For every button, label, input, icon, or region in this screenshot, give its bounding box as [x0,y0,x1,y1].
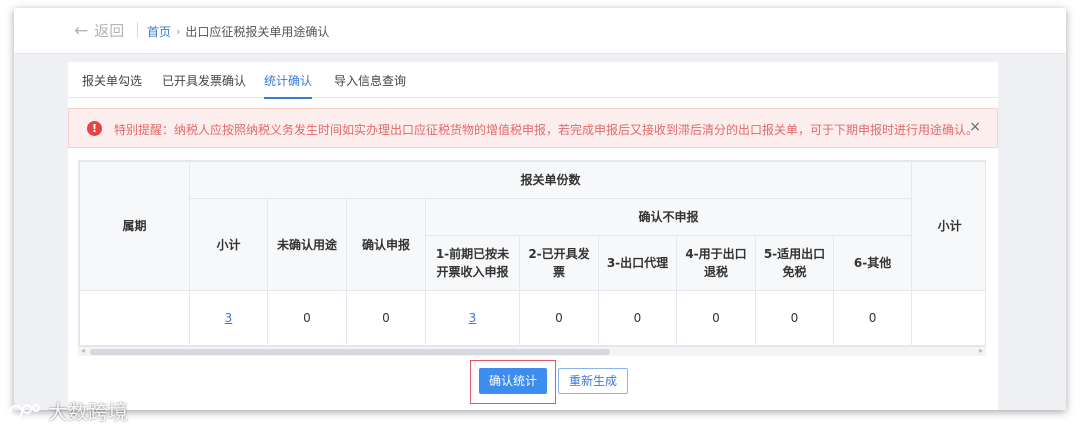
header-sub-4: 4-用于出口退税 [676,235,756,291]
breadcrumb-current: 出口应征税报关单用途确认 [185,25,330,39]
divider [137,22,138,38]
table-row: 3 0 0 3 0 0 0 0 0 [79,290,985,346]
chevron-right-icon: › [176,25,181,38]
cell-sub-5: 0 [755,290,834,346]
back-label: 返回 [94,22,125,40]
regenerate-button[interactable]: 重新生成 [558,368,628,394]
exclamation-icon: ! [87,121,102,136]
statistics-table: 属期 报关单份数 小计 小计 未确认用途 确认申报 确认不申报 1-前期已按未开… [78,160,986,356]
cell-sub-4: 0 [676,290,756,346]
back-button[interactable]: ← 返回 [74,20,124,41]
watermark: 大数跨境 [8,396,128,425]
tab-declaration-select[interactable]: 报关单勾选 [82,72,142,97]
header-confirm-not-declare: 确认不申报 [424,198,913,236]
scroll-right-icon[interactable]: ▸ [979,346,983,355]
subtotal-link[interactable]: 3 [225,311,233,325]
cell-sub-3: 0 [598,290,677,346]
alert-message: 特别提醒：纳税人应按照纳税义务发生时间如实办理出口应征税货物的增值税申报，若完成… [114,123,979,137]
cell-unconfirmed: 0 [267,290,347,346]
header-period: 属期 [79,161,190,291]
header-subtotal: 小计 [189,198,268,291]
cell-right-subtotal [911,290,985,346]
alert-banner: ! 特别提醒：纳税人应按照纳税义务发生时间如实办理出口应征税货物的增值税申报，若… [68,108,998,148]
cell-sub-2: 0 [519,290,599,346]
header-declaration-count: 报关单份数 [188,161,913,199]
horizontal-scrollbar[interactable]: ◂ ▸ [78,346,986,356]
header-unconfirmed: 未确认用途 [267,198,347,291]
scrollbar-thumb[interactable] [90,349,610,355]
header-right-subtotal: 小计 [911,161,985,291]
tab-bar: 报关单勾选 已开具发票确认 统计确认 导入信息查询 [68,62,998,99]
header-sub-6: 6-其他 [832,235,913,291]
action-bar: 确认统计 重新生成 [68,360,998,408]
tab-invoice-confirm[interactable]: 已开具发票确认 [162,72,246,97]
sub1-link[interactable]: 3 [469,311,477,325]
header-sub-3: 3-出口代理 [598,235,677,291]
header-sub-2: 2-已开具发票 [519,235,599,291]
top-bar: ← 返回 首页 › 出口应征税报关单用途确认 [14,8,1066,54]
tab-import-query[interactable]: 导入信息查询 [334,72,406,97]
cell-sub-6: 0 [832,290,913,346]
confirm-statistics-button[interactable]: 确认统计 [479,368,547,394]
app-window: ← 返回 首页 › 出口应征税报关单用途确认 报关单勾选 已开具发票确认 统计确… [14,8,1066,410]
breadcrumb: 首页 › 出口应征税报关单用途确认 [147,23,329,40]
watermark-text: 大数跨境 [48,400,128,424]
header-sub-1: 1-前期已按未开票收入申报 [425,235,520,291]
scroll-left-icon[interactable]: ◂ [81,346,85,355]
header-confirm-declare: 确认申报 [346,198,426,291]
cell-confirm-declare: 0 [346,290,426,346]
arrow-left-icon: ← [74,20,89,41]
close-icon[interactable]: × [969,119,981,135]
cell-period [79,290,190,346]
header-sub-5: 5-适用出口免税 [755,235,834,291]
main-card: 报关单勾选 已开具发票确认 统计确认 导入信息查询 ! 特别提醒：纳税人应按照纳… [68,62,998,410]
brand-logo-icon [9,403,40,419]
tab-statistics-confirm[interactable]: 统计确认 [264,72,313,99]
breadcrumb-home[interactable]: 首页 [147,23,171,40]
